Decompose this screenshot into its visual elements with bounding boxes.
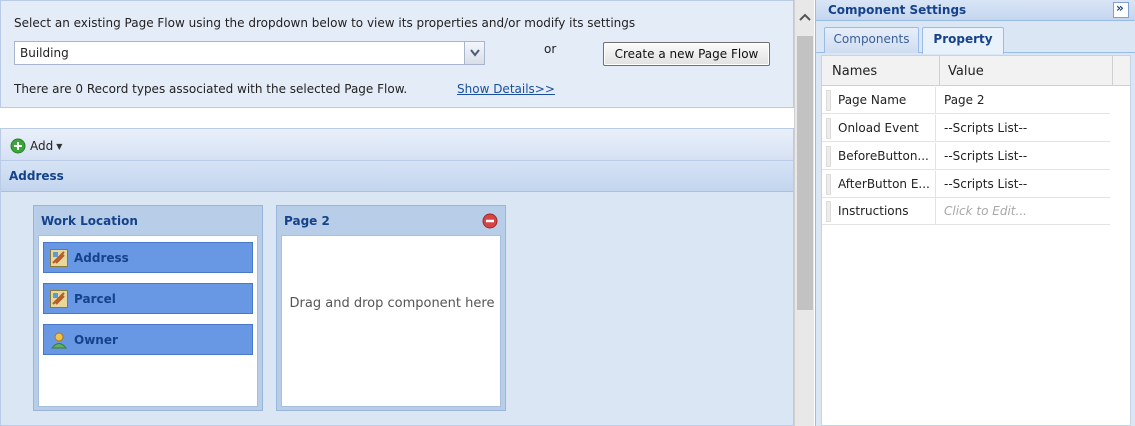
page-card-work-location[interactable]: Work Location Address Parcel Owner xyxy=(33,205,263,411)
double-chevron-right-icon: » xyxy=(1116,1,1124,15)
component-item-owner[interactable]: Owner xyxy=(43,324,253,355)
page-flow-selector-panel: Select an existing Page Flow using the d… xyxy=(0,0,794,108)
dropdown-arrow-button[interactable] xyxy=(464,42,484,64)
component-icon xyxy=(50,249,68,267)
person-icon xyxy=(50,332,68,349)
scrollbar-thumb[interactable] xyxy=(797,36,813,310)
property-row-page-name[interactable]: Page Name Page 2 xyxy=(822,87,1110,114)
instruction-text: Select an existing Page Flow using the d… xyxy=(14,16,636,30)
settings-tabs: Components Property xyxy=(816,21,1135,54)
property-value[interactable]: --Scripts List-- xyxy=(944,177,1027,191)
property-row-before-button[interactable]: BeforeButton... --Scripts List-- xyxy=(822,143,1110,170)
component-item-parcel[interactable]: Parcel xyxy=(43,283,253,314)
column-header-names[interactable]: Names xyxy=(832,64,877,79)
create-page-flow-button[interactable]: Create a new Page Flow xyxy=(603,42,770,66)
property-value[interactable]: --Scripts List-- xyxy=(944,149,1027,163)
property-value[interactable]: Page 2 xyxy=(944,93,985,107)
property-value-placeholder[interactable]: Click to Edit... xyxy=(944,204,1027,218)
property-name: BeforeButton... xyxy=(838,149,929,163)
property-name: AfterButton E... xyxy=(838,177,930,191)
add-button-label: Add xyxy=(30,139,54,153)
property-grid: Names Value Page Name Page 2 Onload Even… xyxy=(821,55,1131,426)
column-divider xyxy=(1112,56,1113,86)
section-title: Address xyxy=(9,169,64,183)
page-flow-dropdown[interactable]: Building xyxy=(14,41,485,65)
collapse-panel-button[interactable]: » xyxy=(1113,1,1129,18)
tab-components[interactable]: Components xyxy=(824,27,919,53)
chevron-down-icon xyxy=(470,49,480,57)
add-button[interactable]: Add ▼ xyxy=(10,138,62,154)
column-header-value[interactable]: Value xyxy=(948,64,984,79)
page-card-dropzone[interactable]: Drag and drop component here xyxy=(281,235,501,407)
property-row-after-button[interactable]: AfterButton E... --Scripts List-- xyxy=(822,171,1110,198)
cell-divider xyxy=(935,87,936,114)
component-item-address[interactable]: Address xyxy=(43,242,253,273)
cell-divider xyxy=(935,198,936,225)
property-row-instructions[interactable]: Instructions Click to Edit... xyxy=(822,198,1110,225)
page-card-body: Address Parcel Owner xyxy=(38,235,258,407)
property-grid-header: Names Value xyxy=(822,56,1130,86)
vertical-scrollbar[interactable] xyxy=(794,0,814,426)
scroll-up-icon[interactable] xyxy=(797,12,813,22)
property-name: Page Name xyxy=(838,93,907,107)
row-grip xyxy=(826,90,831,111)
component-item-label: Parcel xyxy=(74,292,116,306)
settings-header: Component Settings » xyxy=(816,0,1135,21)
cell-divider xyxy=(935,115,936,142)
settings-title: Component Settings xyxy=(828,3,967,17)
cell-divider xyxy=(935,143,936,170)
add-icon xyxy=(10,138,26,154)
property-row-onload-event[interactable]: Onload Event --Scripts List-- xyxy=(822,115,1110,142)
property-name: Instructions xyxy=(838,204,909,218)
section-header: Address xyxy=(1,161,793,192)
row-grip xyxy=(826,146,831,167)
cell-divider xyxy=(935,171,936,198)
property-value[interactable]: --Scripts List-- xyxy=(944,121,1027,135)
page-flow-canvas: Add ▼ Address Work Location Address Parc… xyxy=(0,128,794,426)
row-grip xyxy=(826,201,831,222)
flow-toolbar: Add ▼ xyxy=(1,129,793,161)
component-item-label: Owner xyxy=(74,333,118,347)
row-grip xyxy=(826,118,831,139)
show-details-link[interactable]: Show Details>> xyxy=(457,82,555,96)
row-grip xyxy=(826,174,831,195)
component-icon xyxy=(50,290,68,308)
page-card-title: Page 2 xyxy=(284,214,330,228)
component-settings-panel: Component Settings » Components Property… xyxy=(815,0,1135,426)
column-divider xyxy=(939,56,940,86)
caret-down-icon: ▼ xyxy=(56,141,63,151)
tab-property[interactable]: Property xyxy=(922,27,1004,54)
component-item-label: Address xyxy=(74,251,129,265)
page-card-page-2[interactable]: Page 2 Drag and drop component here xyxy=(276,205,506,411)
page-flow-dropdown-value: Building xyxy=(20,46,69,60)
or-label: or xyxy=(544,42,557,56)
record-types-info: There are 0 Record types associated with… xyxy=(14,82,408,96)
drop-hint-text: Drag and drop component here xyxy=(289,296,495,311)
property-name: Onload Event xyxy=(838,121,919,135)
page-card-title: Work Location xyxy=(41,214,138,228)
remove-icon[interactable] xyxy=(482,213,498,229)
